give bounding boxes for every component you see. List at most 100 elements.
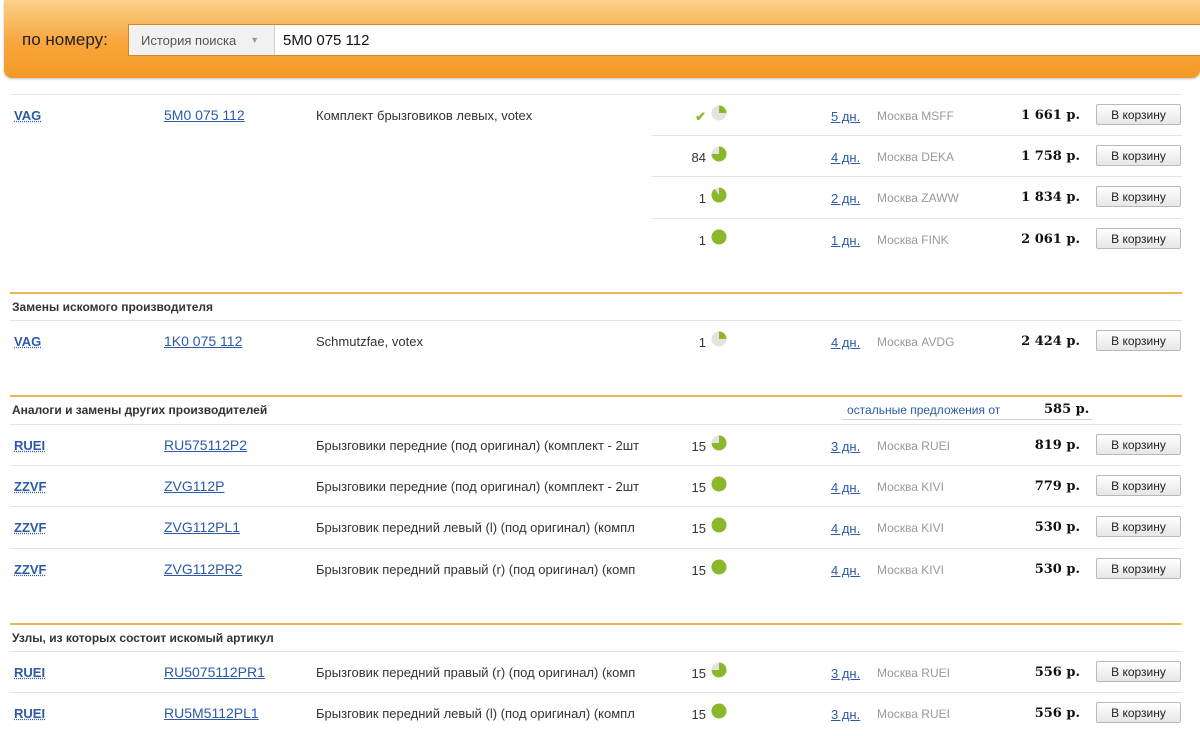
add-to-cart-button[interactable]: В корзину xyxy=(1096,475,1181,496)
warehouse-label: Москва MSFF xyxy=(877,109,954,123)
brand-link[interactable]: RUEI xyxy=(14,706,45,721)
brand-link[interactable]: VAG xyxy=(14,108,41,123)
section-header: Замены искомого производителя xyxy=(10,292,1182,320)
section-title: Аналоги и замены других производителей xyxy=(12,403,267,417)
row-divider xyxy=(10,94,1182,95)
stock-quantity: 15 xyxy=(650,480,706,495)
add-to-cart-button[interactable]: В корзину xyxy=(1096,186,1181,207)
pie-chart-icon xyxy=(711,146,727,162)
article-link[interactable]: RU5075112PR1 xyxy=(164,664,265,680)
part-description: Schmutzfae, votex xyxy=(316,334,656,349)
delivery-days-link[interactable]: 4 дн. xyxy=(831,335,860,350)
search-input[interactable] xyxy=(283,30,983,50)
warehouse-label: Москва DEKA xyxy=(877,150,954,164)
stock-quantity: ✔ xyxy=(650,109,706,125)
price: 2 424 р. xyxy=(990,334,1080,349)
row-divider xyxy=(652,176,1182,177)
row-divider xyxy=(10,320,1182,321)
delivery-days-link[interactable]: 3 дн. xyxy=(831,707,860,722)
stock-quantity: 84 xyxy=(650,150,706,165)
pie-chart-icon xyxy=(711,476,727,492)
delivery-days-link[interactable]: 3 дн. xyxy=(831,439,860,454)
delivery-days-link[interactable]: 4 дн. xyxy=(831,150,860,165)
stock-quantity: 15 xyxy=(650,707,706,722)
price: 779 р. xyxy=(990,479,1080,494)
article-link[interactable]: RU5M5112PL1 xyxy=(164,705,259,721)
table-row: RUEI RU5M5112PL1 Брызговик передний левый … xyxy=(0,692,1200,733)
search-history-dropdown[interactable]: История поиска ▼ xyxy=(129,25,275,55)
section-title: Замены искомого производителя xyxy=(12,300,213,314)
add-to-cart-button[interactable]: В корзину xyxy=(1096,434,1181,455)
part-description: Брызговики передние (под оригинал) (комп… xyxy=(316,438,656,453)
part-description: Брызговик передний левый (l) (под оригин… xyxy=(316,520,656,535)
stock-quantity: 1 xyxy=(650,335,706,350)
add-to-cart-button[interactable]: В корзину xyxy=(1096,661,1181,682)
other-offers-link[interactable]: остальные предложения от xyxy=(847,403,1000,417)
delivery-days-link[interactable]: 3 дн. xyxy=(831,666,860,681)
pie-chart-icon xyxy=(711,105,727,121)
table-row: 84 4 дн. Москва DEKA 1 758 р. В корзину xyxy=(0,135,1200,176)
delivery-days-link[interactable]: 1 дн. xyxy=(831,233,860,248)
brand-link[interactable]: RUEI xyxy=(14,665,45,680)
article-link[interactable]: 1K0 075 112 xyxy=(164,333,242,349)
search-label: по номеру: xyxy=(22,30,108,50)
delivery-days-link[interactable]: 2 дн. xyxy=(831,191,860,206)
part-description: Комплект брызговиков левых, votex xyxy=(316,108,656,123)
delivery-days-link[interactable]: 4 дн. xyxy=(831,480,860,495)
add-to-cart-button[interactable]: В корзину xyxy=(1096,228,1181,249)
article-link[interactable]: 5M0 075 112 xyxy=(164,107,245,123)
price: 556 р. xyxy=(990,706,1080,721)
stock-quantity: 15 xyxy=(650,666,706,681)
stock-quantity: 1 xyxy=(650,233,706,248)
article-link[interactable]: ZVG112P xyxy=(164,478,224,494)
section-header: Аналоги и замены других производителей ос… xyxy=(10,395,1182,423)
table-row: ZZVF ZVG112PR2 Брызговик передний правый (… xyxy=(0,548,1200,589)
add-to-cart-button[interactable]: В корзину xyxy=(1096,330,1181,351)
brand-link[interactable]: RUEI xyxy=(14,438,45,453)
warehouse-label: Москва AVDG xyxy=(877,335,954,349)
brand-link[interactable]: ZZVF xyxy=(14,520,47,535)
section-title: Узлы, из которых состоит искомый артикул xyxy=(12,631,274,645)
other-offers-price: 585 р. xyxy=(1044,402,1089,417)
article-link[interactable]: ZVG112PL1 xyxy=(164,519,240,535)
table-row: 1 2 дн. Москва ZAWW 1 834 р. В корзину xyxy=(0,176,1200,217)
row-divider xyxy=(10,424,1182,425)
warehouse-label: Москва RUEI xyxy=(877,666,950,680)
brand-link[interactable]: ZZVF xyxy=(14,562,47,577)
add-to-cart-button[interactable]: В корзину xyxy=(1096,516,1181,537)
pie-chart-icon xyxy=(711,229,727,245)
warehouse-label: Москва FINK xyxy=(877,233,949,247)
row-divider xyxy=(10,651,1182,652)
row-divider xyxy=(10,506,1182,507)
article-link[interactable]: ZVG112PR2 xyxy=(164,561,242,577)
part-description: Брызговики передние (под оригинал) (комп… xyxy=(316,479,656,494)
table-row: VAG 5M0 075 112 Комплект брызговиков левых… xyxy=(0,94,1200,135)
brand-link[interactable]: VAG xyxy=(14,334,41,349)
warehouse-label: Москва KIVI xyxy=(877,521,944,535)
pie-chart-icon xyxy=(711,435,727,451)
row-divider xyxy=(652,218,1182,219)
search-field: История поиска ▼ xyxy=(128,24,1200,56)
warehouse-label: Москва KIVI xyxy=(877,480,944,494)
stock-quantity: 15 xyxy=(650,563,706,578)
delivery-days-link[interactable]: 5 дн. xyxy=(831,109,860,124)
pie-chart-icon xyxy=(711,703,727,719)
article-link[interactable]: RU575112P2 xyxy=(164,437,247,453)
table-row: ZZVF ZVG112P Брызговики передние (под ориг… xyxy=(0,465,1200,506)
add-to-cart-button[interactable]: В корзину xyxy=(1096,558,1181,579)
row-divider xyxy=(652,135,1182,136)
warehouse-label: Москва RUEI xyxy=(877,439,950,453)
price: 819 р. xyxy=(990,438,1080,453)
search-bar: по номеру: История поиска ▼ xyxy=(4,0,1200,78)
add-to-cart-button[interactable]: В корзину xyxy=(1096,702,1181,723)
delivery-days-link[interactable]: 4 дн. xyxy=(831,563,860,578)
price: 1 758 р. xyxy=(990,149,1080,164)
price: 530 р. xyxy=(990,562,1080,577)
part-description: Брызговик передний правый (r) (под ориги… xyxy=(316,562,656,577)
add-to-cart-button[interactable]: В корзину xyxy=(1096,145,1181,166)
warehouse-label: Москва RUEI xyxy=(877,707,950,721)
warehouse-label: Москва KIVI xyxy=(877,563,944,577)
add-to-cart-button[interactable]: В корзину xyxy=(1096,104,1181,125)
brand-link[interactable]: ZZVF xyxy=(14,479,47,494)
delivery-days-link[interactable]: 4 дн. xyxy=(831,521,860,536)
